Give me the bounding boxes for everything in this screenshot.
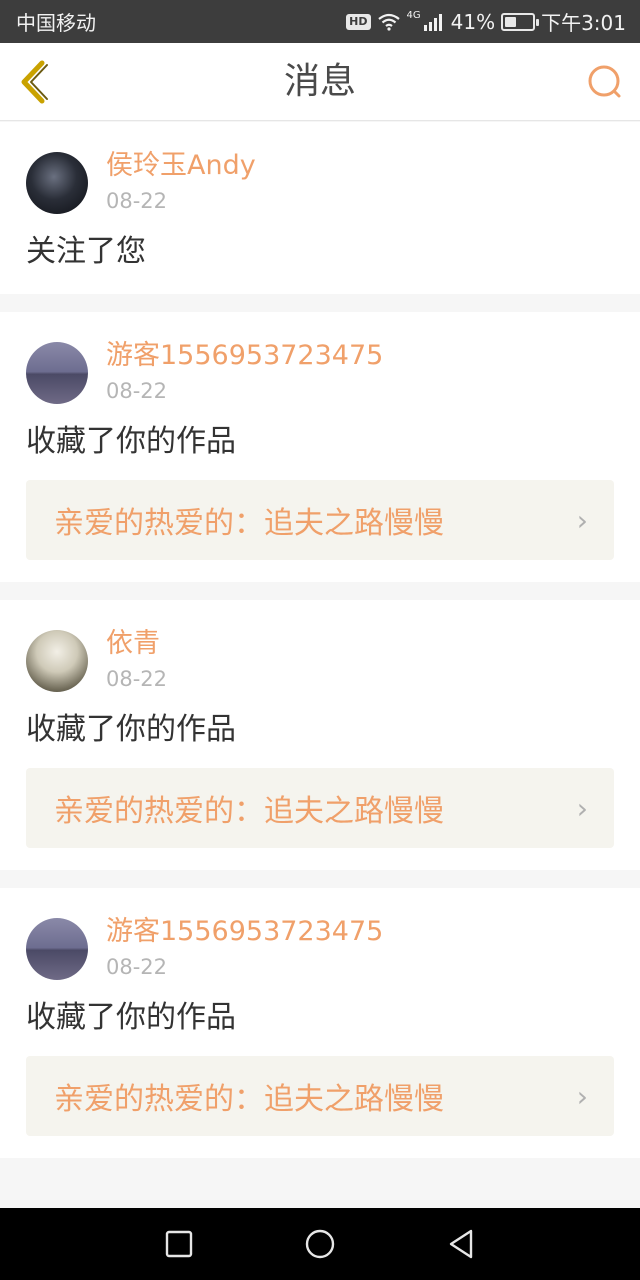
message-date: 08-22 [106, 189, 168, 213]
message-action: 收藏了你的作品 [26, 1000, 236, 1035]
user-name[interactable]: 游客1556953723475 [106, 338, 383, 374]
triangle-back-icon[interactable] [446, 1228, 476, 1260]
message-meta: 游客1556953723475 08-22 [106, 338, 383, 406]
user-name[interactable]: 侯玲玉Andy [106, 148, 256, 184]
message-date: 08-22 [106, 667, 168, 691]
user-name[interactable]: 游客1556953723475 [106, 914, 383, 950]
avatar[interactable] [26, 152, 88, 214]
avatar[interactable] [26, 630, 88, 692]
message-action: 收藏了你的作品 [26, 712, 236, 747]
message-header: 游客1556953723475 08-22 [26, 914, 614, 982]
message-header: 依青 08-22 [26, 626, 614, 694]
message-action: 收藏了你的作品 [26, 424, 236, 459]
status-icons: HD 4G 41% 下午3:01 [346, 7, 626, 36]
system-nav-bar [0, 1208, 640, 1280]
chevron-right-icon: › [576, 1079, 588, 1113]
message-card[interactable]: 游客1556953723475 08-22 收藏了你的作品 亲爱的热爱的：追夫之… [0, 888, 640, 1158]
message-header: 侯玲玉Andy 08-22 [26, 148, 614, 216]
chevron-right-icon: › [576, 791, 588, 825]
work-link[interactable]: 亲爱的热爱的：追夫之路慢慢 › [26, 480, 614, 560]
avatar[interactable] [26, 918, 88, 980]
work-title: 亲爱的热爱的：追夫之路慢慢 [54, 794, 444, 829]
user-name[interactable]: 依青 [106, 626, 167, 662]
hd-badge: HD [346, 13, 371, 30]
header: 消息 [0, 43, 640, 121]
circle-icon[interactable] [303, 1227, 337, 1261]
message-card[interactable]: 依青 08-22 收藏了你的作品 亲爱的热爱的：追夫之路慢慢 › [0, 600, 640, 870]
network-type-label: 4G [406, 10, 421, 21]
message-action: 关注了您 [26, 234, 146, 269]
work-title: 亲爱的热爱的：追夫之路慢慢 [54, 1082, 444, 1117]
chevron-right-icon: › [576, 503, 588, 537]
search-icon[interactable] [584, 63, 626, 101]
work-title: 亲爱的热爱的：追夫之路慢慢 [54, 506, 444, 541]
signal-icon [423, 13, 442, 31]
message-card[interactable]: 游客1556953723475 08-22 收藏了你的作品 亲爱的热爱的：追夫之… [0, 312, 640, 582]
work-link[interactable]: 亲爱的热爱的：追夫之路慢慢 › [26, 1056, 614, 1136]
message-meta: 依青 08-22 [106, 626, 167, 694]
message-meta: 游客1556953723475 08-22 [106, 914, 383, 982]
wifi-icon [377, 13, 400, 31]
message-meta: 侯玲玉Andy 08-22 [106, 148, 256, 216]
battery-icon [501, 12, 540, 31]
battery-percent: 41% [450, 9, 496, 34]
page-title: 消息 [283, 61, 356, 102]
message-header: 游客1556953723475 08-22 [26, 338, 614, 406]
message-date: 08-22 [106, 379, 168, 403]
work-link[interactable]: 亲爱的热爱的：追夫之路慢慢 › [26, 768, 614, 848]
status-bar: 中国移动 HD 4G 41% 下午3:01 [0, 0, 640, 43]
message-card[interactable]: 侯玲玉Andy 08-22 关注了您 [0, 122, 640, 294]
carrier-label: 中国移动 [16, 11, 96, 35]
message-date: 08-22 [106, 955, 168, 979]
message-list: 侯玲玉Andy 08-22 关注了您 游客1556953723475 08-22… [0, 122, 640, 1176]
square-icon[interactable] [164, 1229, 194, 1259]
clock: 下午3:01 [541, 11, 626, 35]
avatar[interactable] [26, 342, 88, 404]
battery-level [505, 16, 516, 27]
